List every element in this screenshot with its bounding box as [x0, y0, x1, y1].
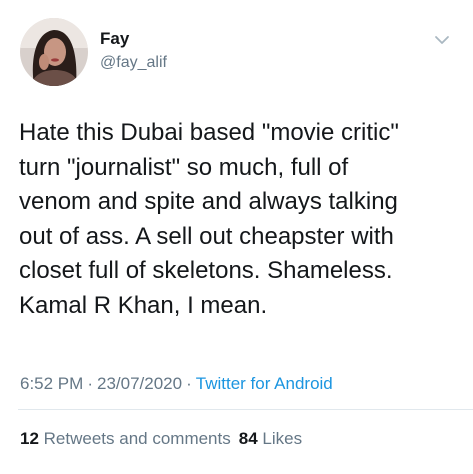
retweets-label: Retweets and comments	[43, 429, 231, 448]
tweet-text-line: Hate this Dubai based "movie critic"	[19, 119, 399, 146]
tweet-text-line: closet full of skeletons. Shameless.	[19, 257, 393, 284]
tweet-text-line: turn "journalist" so much, full of	[19, 153, 349, 181]
likes-count: 84	[238, 429, 258, 448]
tweet-text: Hate this Dubai based "movie critic" tur…	[19, 116, 459, 323]
avatar[interactable]	[20, 18, 88, 86]
tweet-source-link[interactable]: Twitter for Android	[196, 374, 333, 393]
meta-separator: ·	[186, 374, 192, 393]
retweets-stat[interactable]: 12 Retweets and comments	[20, 429, 231, 448]
author-display-name[interactable]: Fay	[100, 29, 129, 49]
tweet-stats: 12 Retweets and comments 84 Likes	[20, 429, 302, 449]
tweet-time[interactable]: 6:52 PM	[20, 374, 83, 393]
meta-separator: ·	[87, 374, 93, 393]
author-handle[interactable]: @fay_alif	[100, 53, 167, 73]
retweets-count: 12	[20, 429, 39, 448]
tweet-card: Fay @fay_alif Hate this Dubai based "mov…	[0, 0, 473, 474]
tweet-text-line: Kamal R Khan, I mean.	[19, 291, 268, 319]
tweet-text-line: venom and spite and always talking	[19, 188, 398, 215]
tweet-metadata: 6:52 PM · 23/07/2020 · Twitter for Android	[20, 374, 333, 394]
likes-stat[interactable]: 84 Likes	[239, 429, 302, 448]
divider	[18, 409, 473, 410]
chevron-down-icon[interactable]	[434, 34, 450, 46]
likes-label: Likes	[262, 429, 303, 448]
tweet-date[interactable]: 23/07/2020	[97, 374, 182, 393]
avatar-photo	[20, 18, 88, 86]
tweet-text-line: out of ass. A sell out cheapster with	[19, 222, 394, 250]
